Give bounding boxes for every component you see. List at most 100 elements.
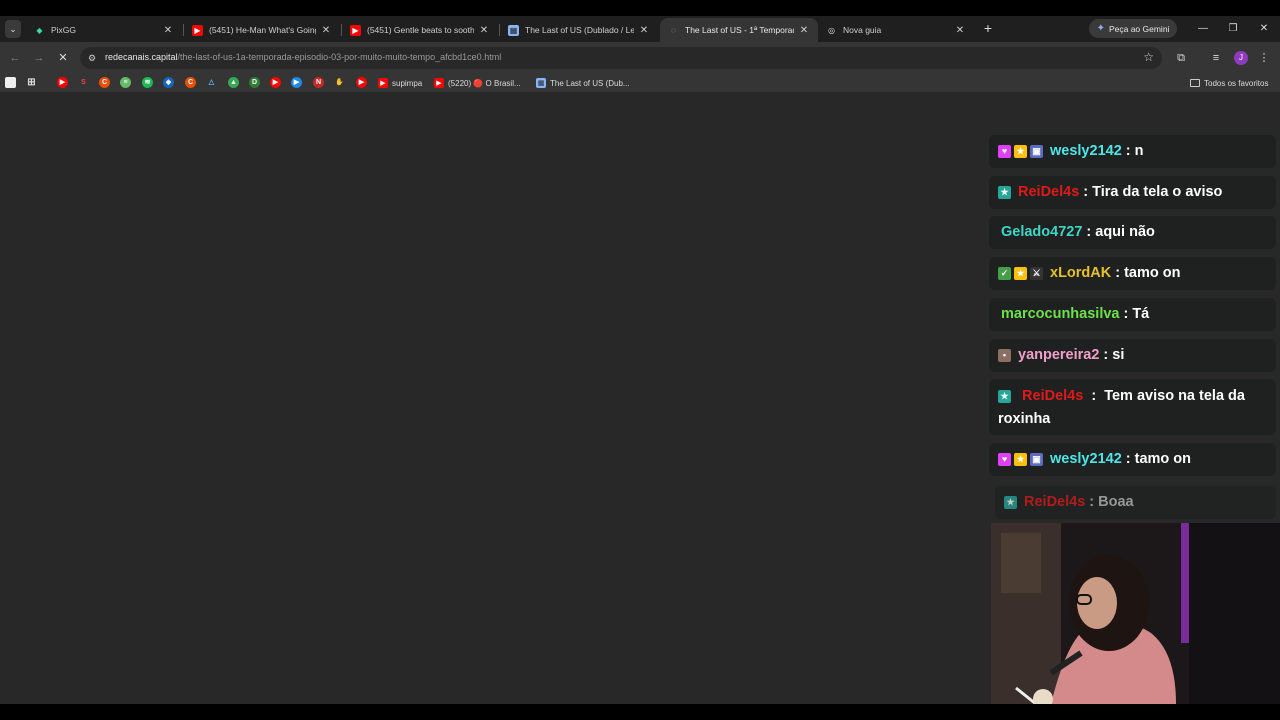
minimize-button[interactable]: — <box>1190 19 1216 38</box>
minimize-icon: — <box>1198 23 1208 34</box>
bookmark-label: supimpa <box>392 78 423 88</box>
plus-icon: + <box>983 20 993 36</box>
gemini-icon: ✦ <box>1096 23 1105 34</box>
extensions-icon[interactable]: ⧉ <box>1173 50 1189 66</box>
spotify-icon[interactable]: ≋ <box>142 77 153 88</box>
url-host: redecanais.capital <box>105 52 178 62</box>
hand-icon[interactable]: ✋ <box>334 77 345 88</box>
youtube-icon: ▶ <box>434 78 444 88</box>
bookmark-label: (5220) 🔴 O Brasil... <box>448 78 521 88</box>
bookmark-s-icon[interactable]: S <box>78 77 89 88</box>
bookmark-star-icon[interactable]: ☆ <box>1143 50 1154 64</box>
close-icon[interactable]: ✕ <box>638 25 650 36</box>
chat-username: xLordAK <box>1050 265 1112 281</box>
tab-youtube-heman[interactable]: ▶ (5451) He-Man What's Going O ✕ <box>184 18 340 42</box>
play-circle-icon[interactable]: ▶ <box>291 77 302 88</box>
tab-last-of-us-dublado[interactable]: ▦ The Last of US (Dublado / Lege ✕ <box>500 18 658 42</box>
close-icon: ✕ <box>58 52 68 64</box>
back-button[interactable]: ← <box>7 50 23 66</box>
youtube-icon[interactable]: ▶ <box>270 77 281 88</box>
tab-search-button[interactable]: ⌄ <box>5 20 21 38</box>
chat-text: Tira da tela o aviso <box>1092 184 1223 200</box>
close-window-button[interactable]: ✕ <box>1251 19 1277 38</box>
folder-icon <box>1190 79 1200 87</box>
youtube-icon[interactable]: ▶ <box>356 77 367 88</box>
google-drive-icon[interactable]: ▲ <box>228 77 239 88</box>
chat-message: ✓ ★ ⚔ xLordAK : tamo on <box>989 257 1276 290</box>
chat-username: wesly2142 <box>1050 451 1122 467</box>
star-badge-icon: ★ <box>1014 145 1027 158</box>
chat-separator: : <box>1086 224 1092 240</box>
close-icon[interactable]: ✕ <box>162 25 174 36</box>
url-text[interactable]: redecanais.capital/the-last-of-us-1a-tem… <box>105 52 501 62</box>
bookmark-last-of-us[interactable]: ▦ The Last of US (Dub... <box>536 76 630 90</box>
crunchyroll-icon[interactable]: C <box>185 77 196 88</box>
emote-badge-icon: • <box>998 349 1011 362</box>
chat-username: ReiDel4s <box>1022 388 1084 404</box>
youtube-icon[interactable]: ▶ <box>57 77 68 88</box>
tab-last-of-us-temporada[interactable]: ◌ The Last of US - 1ª Temporada ✕ <box>660 18 818 42</box>
youtube-icon: ▶ <box>378 78 388 88</box>
star-badge-icon: ★ <box>1014 267 1027 280</box>
chat-separator: : <box>1123 306 1129 322</box>
site-info-icon[interactable]: ⚙ <box>86 52 98 64</box>
all-bookmarks[interactable]: Todos os favoritos <box>1190 76 1268 90</box>
gemini-button[interactable]: ✦ Peça ao Gemini <box>1089 19 1177 38</box>
close-icon[interactable]: ✕ <box>320 25 332 36</box>
bookmark-supimpa[interactable]: ▶ supimpa <box>378 76 422 90</box>
chat-text: aqui não <box>1095 224 1155 240</box>
chat-message: Gelado4727 : aqui não <box>989 216 1276 249</box>
tab-youtube-gentle-beats[interactable]: ▶ (5451) Gentle beats to soothe a ✕ <box>342 18 498 42</box>
youtube-icon: ▶ <box>192 24 203 36</box>
striped-flag-icon[interactable]: ≡ <box>120 77 131 88</box>
square-icon[interactable] <box>5 77 16 88</box>
netflix-icon[interactable]: N <box>313 77 324 88</box>
chat-separator: : <box>1091 388 1097 404</box>
stop-loading-button[interactable]: ✕ <box>55 50 71 66</box>
chat-separator: : <box>1125 451 1131 467</box>
loading-icon: ◌ <box>671 25 676 35</box>
crunchyroll-icon[interactable]: C <box>99 77 110 88</box>
chat-username: Gelado4727 <box>1001 224 1083 240</box>
tab-pixgg[interactable]: ◆ PixGG ✕ <box>26 18 182 42</box>
tab-title: (5451) He-Man What's Going O <box>209 25 316 35</box>
new-tab-button[interactable]: + <box>980 19 996 37</box>
triangle-icon[interactable]: △ <box>206 77 217 88</box>
chat-message: marcocunhasilva : Tá <box>989 298 1276 331</box>
close-icon[interactable]: ✕ <box>478 25 490 36</box>
forward-button[interactable]: → <box>31 50 47 66</box>
chat-message: ♥ ★ ▣ wesly2142 : tamo on <box>989 443 1276 476</box>
arrow-right-icon: → <box>33 52 45 64</box>
chat-message: ★ ReiDel4s : Tem aviso na tela da roxinh… <box>989 379 1276 435</box>
bookmark-d-icon[interactable]: D <box>249 77 260 88</box>
shield-icon[interactable]: ◈ <box>163 77 174 88</box>
pixgg-icon: ◆ <box>36 25 43 35</box>
close-icon[interactable]: ✕ <box>954 25 966 36</box>
apps-grid-icon[interactable]: ⊞ <box>26 77 37 88</box>
youtube-icon: ▶ <box>350 24 361 36</box>
chevron-down-icon: ⌄ <box>9 23 17 34</box>
site-icon: ▦ <box>536 78 546 88</box>
restore-icon: ❐ <box>1228 23 1238 34</box>
chat-message: ★ ReiDel4s : Boaa <box>995 486 1276 519</box>
tab-title: (5451) Gentle beats to soothe a <box>367 25 474 35</box>
check-badge-icon: ✓ <box>998 267 1011 280</box>
webcam-image <box>991 523 1280 704</box>
chat-separator: : <box>1125 143 1131 159</box>
close-icon[interactable]: ✕ <box>798 25 810 36</box>
media-controls-icon[interactable]: ≡ <box>1208 50 1224 66</box>
tab-title: Nova guia <box>843 25 882 35</box>
sword-badge-icon: ⚔ <box>1030 267 1043 280</box>
bookmark-o-brasil[interactable]: ▶ (5220) 🔴 O Brasil... <box>434 76 521 90</box>
chat-username: wesly2142 <box>1050 143 1122 159</box>
gift-badge-icon: ▣ <box>1030 145 1043 158</box>
tab-nova-guia[interactable]: ◎ Nova guia ✕ <box>818 18 974 42</box>
chat-separator: : <box>1103 347 1109 363</box>
menu-icon[interactable]: ⋮ <box>1256 50 1272 66</box>
screen-bottom-strip <box>0 704 1280 720</box>
chat-username: ReiDel4s <box>1018 184 1080 200</box>
profile-avatar[interactable]: J <box>1234 51 1248 65</box>
address-bar[interactable]: ⚙ redecanais.capital/the-last-of-us-1a-t… <box>80 47 1162 69</box>
restore-button[interactable]: ❐ <box>1220 19 1246 38</box>
chat-message: • yanpereira2 : si <box>989 339 1276 372</box>
